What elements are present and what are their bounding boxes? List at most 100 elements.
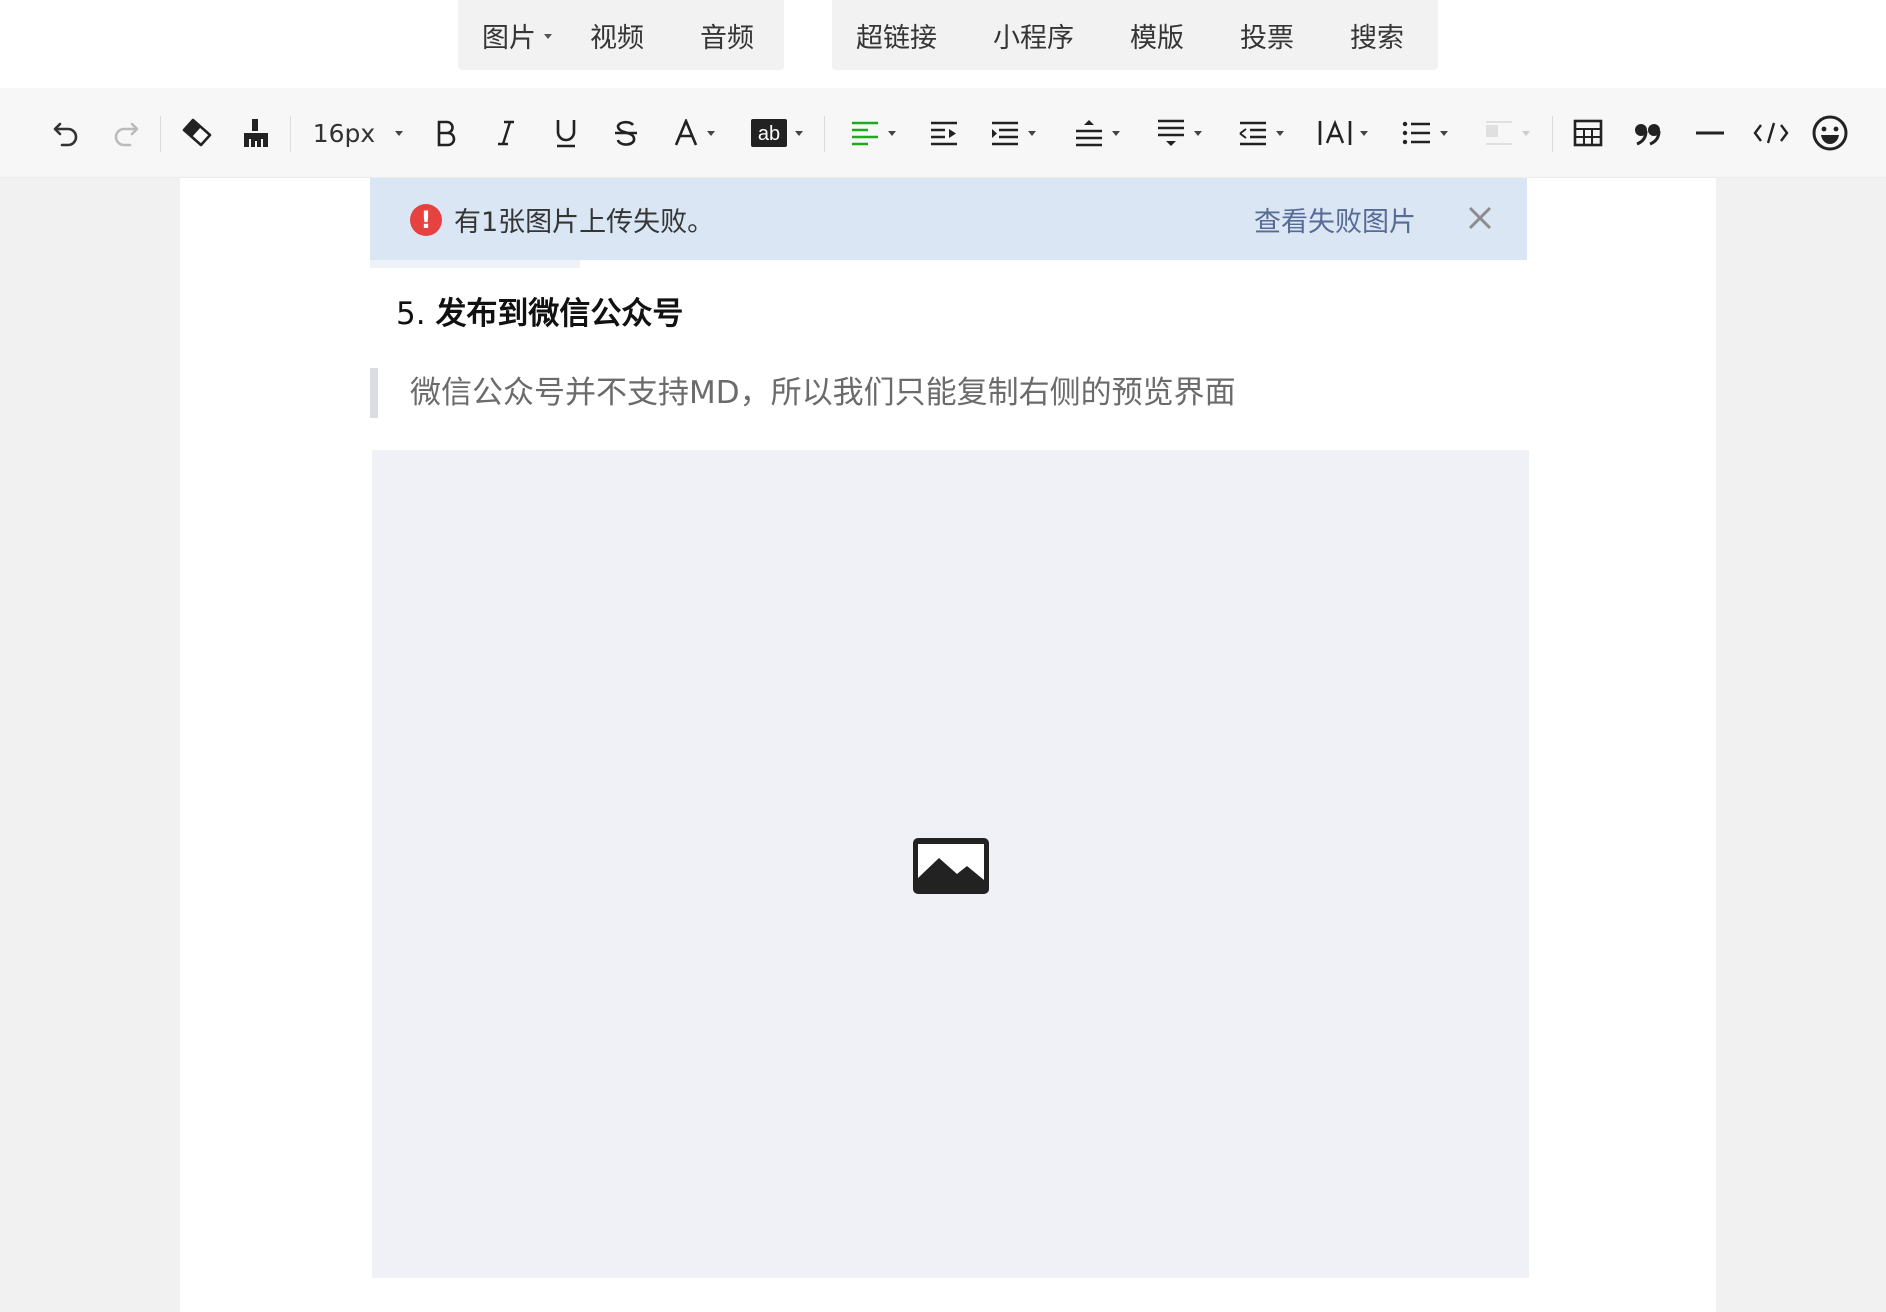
notice-text: 有1张图片上传失败。 [454, 207, 715, 238]
background-color-button[interactable]: ab [748, 106, 806, 160]
exclamation-icon: ! [410, 204, 442, 236]
format-toolbar: 16px ab [0, 88, 1886, 178]
line-height-button[interactable] [1232, 106, 1290, 160]
background-color-icon: ab [751, 119, 787, 147]
chevron-down-icon [544, 33, 552, 39]
font-size-select[interactable]: 16px [308, 106, 408, 160]
align-left-icon [852, 121, 878, 146]
chevron-down-icon [395, 130, 404, 136]
float-button[interactable] [1478, 106, 1536, 160]
line-height-icon [1239, 121, 1266, 146]
chevron-down-icon [1028, 130, 1036, 136]
insert-media-group: 图片 视频 音频 [458, 0, 784, 70]
insert-divider-button[interactable] [1690, 106, 1730, 160]
undo-icon [53, 122, 78, 147]
list-button[interactable] [1396, 106, 1454, 160]
font-size-value: 16px [312, 118, 376, 148]
eraser-icon [182, 118, 212, 147]
toolbar-divider [290, 116, 291, 152]
letter-spacing-button[interactable] [1314, 106, 1372, 160]
close-notice-button[interactable] [1462, 200, 1498, 236]
chevron-down-icon [1440, 130, 1448, 136]
indent-button[interactable] [924, 106, 964, 160]
line-spacing-before-icon [1076, 120, 1102, 147]
insert-vote-button[interactable]: 投票 [1240, 16, 1294, 55]
insert-miniprogram-label: 小程序 [993, 22, 1074, 54]
toolbar-divider [1552, 116, 1553, 152]
toolbar-divider [824, 116, 825, 152]
insert-search-label: 搜索 [1350, 22, 1404, 54]
heading-number: 5. [396, 296, 426, 332]
letter-spacing-icon [1318, 119, 1352, 145]
paragraph-indent-icon [992, 121, 1018, 146]
indent-icon [931, 121, 957, 146]
heading-text: 发布到微信公众号 [435, 296, 684, 332]
quote-text: 微信公众号并不支持MD，所以我们只能复制右侧的预览界面 [410, 375, 1236, 411]
insert-template-button[interactable]: 模版 [1130, 16, 1184, 55]
emoji-icon [1812, 115, 1848, 151]
spacing-after-button[interactable] [1150, 106, 1208, 160]
paragraph-indent-button[interactable] [984, 106, 1042, 160]
view-failed-images-link[interactable]: 查看失败图片 [1254, 200, 1416, 239]
line-spacing-after-icon [1158, 119, 1184, 146]
insert-quote-button[interactable] [1628, 106, 1668, 160]
italic-icon [498, 120, 514, 146]
font-color-button[interactable] [668, 106, 720, 160]
insert-emoji-button[interactable] [1810, 106, 1850, 160]
insert-bar: 图片 视频 音频 超链接 小程序 模版 投票 搜索 [0, 0, 1886, 88]
insert-image-button[interactable]: 图片 [482, 16, 552, 55]
chevron-down-icon [1522, 130, 1530, 136]
insert-audio-label: 音频 [700, 22, 754, 54]
align-button[interactable] [844, 106, 902, 160]
insert-video-label: 视频 [590, 22, 644, 54]
section-heading[interactable]: 5. 发布到微信公众号 [396, 288, 683, 333]
insert-audio-button[interactable]: 音频 [700, 16, 754, 55]
chevron-down-icon [795, 130, 803, 136]
toolbar-divider [160, 116, 161, 152]
redo-icon [114, 122, 139, 147]
chevron-down-icon [1276, 130, 1284, 136]
upload-failure-notice: ! 有1张图片上传失败。 查看失败图片 [370, 178, 1527, 260]
bold-button[interactable] [426, 106, 466, 160]
underline-button[interactable] [546, 106, 586, 160]
unordered-list-icon [1402, 121, 1430, 145]
chevron-down-icon [888, 130, 896, 136]
insert-image-label: 图片 [482, 22, 536, 54]
table-icon [1573, 119, 1603, 147]
image-icon [913, 838, 989, 894]
undo-button[interactable] [46, 106, 86, 160]
quote-icon [1635, 124, 1661, 146]
insert-link-button[interactable]: 超链接 [856, 16, 937, 55]
insert-search-button[interactable]: 搜索 [1350, 16, 1404, 55]
insert-template-label: 模版 [1130, 22, 1184, 54]
chevron-down-icon [707, 130, 715, 136]
svg-text:ab: ab [758, 123, 780, 145]
format-painter-icon [244, 119, 268, 147]
float-icon [1486, 121, 1512, 145]
image-placeholder[interactable] [372, 450, 1529, 1278]
underline-icon [556, 120, 576, 148]
divider-icon [1696, 131, 1724, 135]
insert-link-label: 超链接 [856, 22, 937, 54]
insert-table-button[interactable] [1568, 106, 1608, 160]
code-icon [1753, 122, 1789, 144]
insert-misc-group: 超链接 小程序 模版 投票 搜索 [832, 0, 1438, 70]
insert-code-button[interactable] [1750, 106, 1792, 160]
clear-format-button[interactable] [176, 106, 216, 160]
spacing-before-button[interactable] [1068, 106, 1126, 160]
italic-button[interactable] [486, 106, 526, 160]
redo-button[interactable] [106, 106, 146, 160]
bold-icon [437, 120, 456, 147]
strikethrough-icon [615, 120, 637, 146]
insert-miniprogram-button[interactable]: 小程序 [993, 16, 1074, 55]
insert-vote-label: 投票 [1240, 22, 1294, 54]
notice-shadow [370, 260, 580, 268]
font-color-icon [674, 119, 698, 146]
insert-video-button[interactable]: 视频 [590, 16, 644, 55]
chevron-down-icon [1112, 130, 1120, 136]
blockquote[interactable]: 微信公众号并不支持MD，所以我们只能复制右侧的预览界面 [370, 368, 1236, 418]
chevron-down-icon [1194, 130, 1202, 136]
strikethrough-button[interactable] [606, 106, 646, 160]
chevron-down-icon [1360, 130, 1368, 136]
format-painter-button[interactable] [236, 106, 276, 160]
